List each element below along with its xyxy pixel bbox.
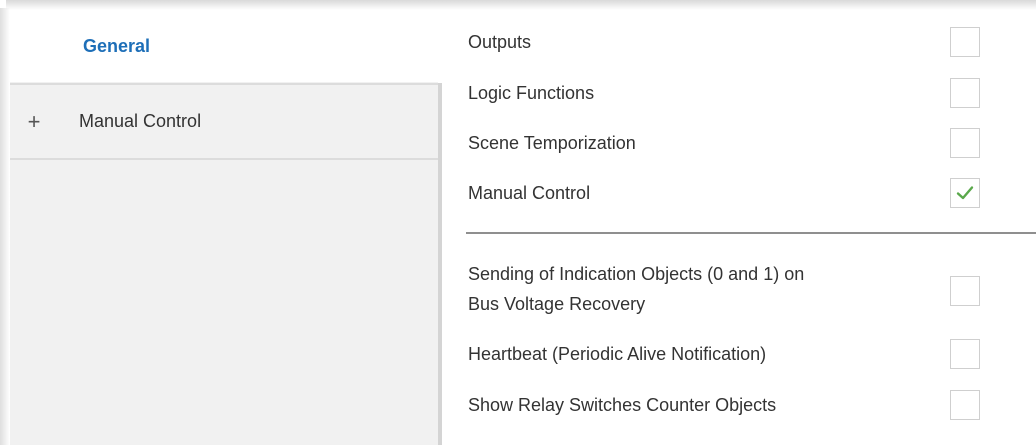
checkmark-icon [956, 186, 974, 200]
logic-functions-checkbox[interactable] [950, 78, 980, 108]
manual-control-checkbox[interactable] [950, 178, 980, 208]
sidebar-item-general[interactable]: General [10, 10, 442, 82]
setting-label: Scene Temporization [468, 132, 636, 153]
indication-objects-checkbox[interactable] [950, 276, 980, 306]
plus-icon[interactable]: + [24, 109, 44, 135]
section-separator [466, 232, 1036, 234]
relay-counter-checkbox[interactable] [950, 390, 980, 420]
setting-label: Logic Functions [468, 82, 595, 103]
setting-label: Heartbeat (Periodic Alive Notification) [468, 343, 767, 364]
window-shadow [6, 0, 1036, 10]
setting-label: Show Relay Switches Counter Objects [468, 394, 777, 415]
setting-label: Manual Control [468, 182, 591, 203]
sidebar-item-label: General [83, 35, 151, 56]
scene-temporization-checkbox[interactable] [950, 128, 980, 158]
setting-label: Bus Voltage Recovery [468, 294, 646, 314]
setting-row-scene-temporization: Scene Temporization [442, 128, 1036, 158]
setting-row-manual-control: Manual Control [442, 178, 1036, 208]
sidebar-item-label: Manual Control [79, 111, 202, 131]
sidebar: General + Manual Control [10, 10, 442, 445]
setting-row-outputs: Outputs [442, 27, 1036, 57]
settings-panel: Outputs Logic Functions Scene Temporizat… [442, 10, 1036, 445]
sidebar-item-manual-control[interactable]: + Manual Control [10, 83, 438, 160]
outputs-checkbox[interactable] [950, 27, 980, 57]
window-shadow [0, 8, 10, 445]
setting-row-logic-functions: Logic Functions [442, 78, 1036, 108]
parameters-window: General + Manual Control Outputs Logic F… [0, 0, 1036, 445]
setting-label: Outputs [468, 31, 532, 52]
setting-row-indication-objects: Sending of Indication Objects (0 and 1) … [442, 262, 1036, 322]
setting-row-heartbeat: Heartbeat (Periodic Alive Notification) [442, 339, 1036, 369]
heartbeat-checkbox[interactable] [950, 339, 980, 369]
setting-row-relay-counter: Show Relay Switches Counter Objects [442, 390, 1036, 420]
setting-label: Sending of Indication Objects (0 and 1) … [468, 264, 805, 284]
